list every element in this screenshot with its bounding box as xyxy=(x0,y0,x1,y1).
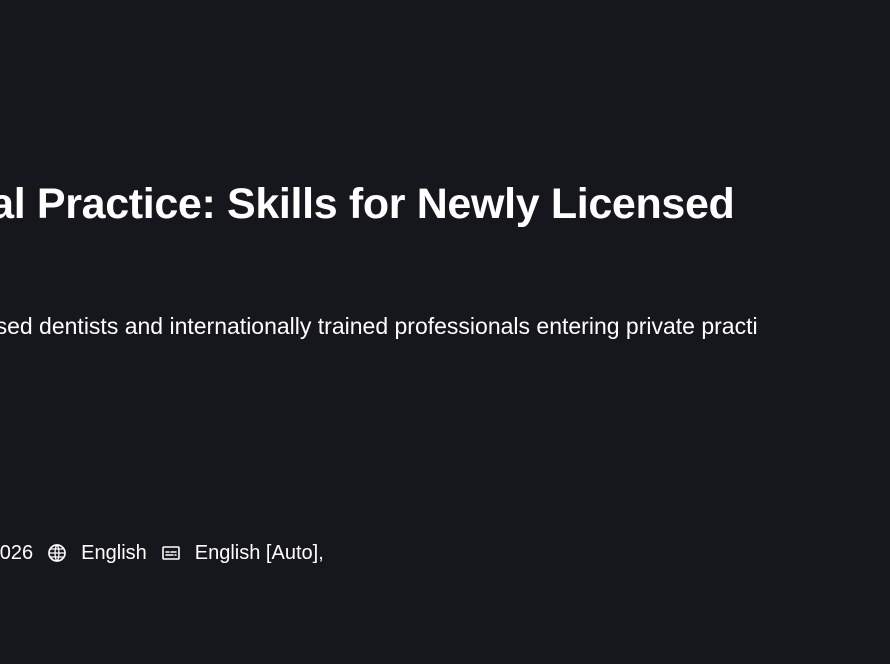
course-language-label: English xyxy=(81,542,147,564)
course-language: English xyxy=(47,540,147,566)
course-hero: Dental Practice: Skills for Newly Licens… xyxy=(0,0,890,664)
course-metadata: 1/2026 English English [Auto], xyxy=(0,540,324,566)
course-title-line-1: Dental Practice: Skills for Newly Licens… xyxy=(0,180,735,228)
captions-icon xyxy=(161,543,181,563)
last-updated-date: 1/2026 xyxy=(0,542,34,564)
course-subtitle: ensed dentists and internationally train… xyxy=(0,306,890,386)
course-subtitle-line-1: ensed dentists and internationally train… xyxy=(0,313,758,339)
course-title: Dental Practice: Skills for Newly Licens… xyxy=(0,178,890,282)
course-captions: English [Auto], xyxy=(161,540,324,566)
globe-icon xyxy=(47,543,67,563)
course-captions-label: English [Auto], xyxy=(194,542,324,564)
